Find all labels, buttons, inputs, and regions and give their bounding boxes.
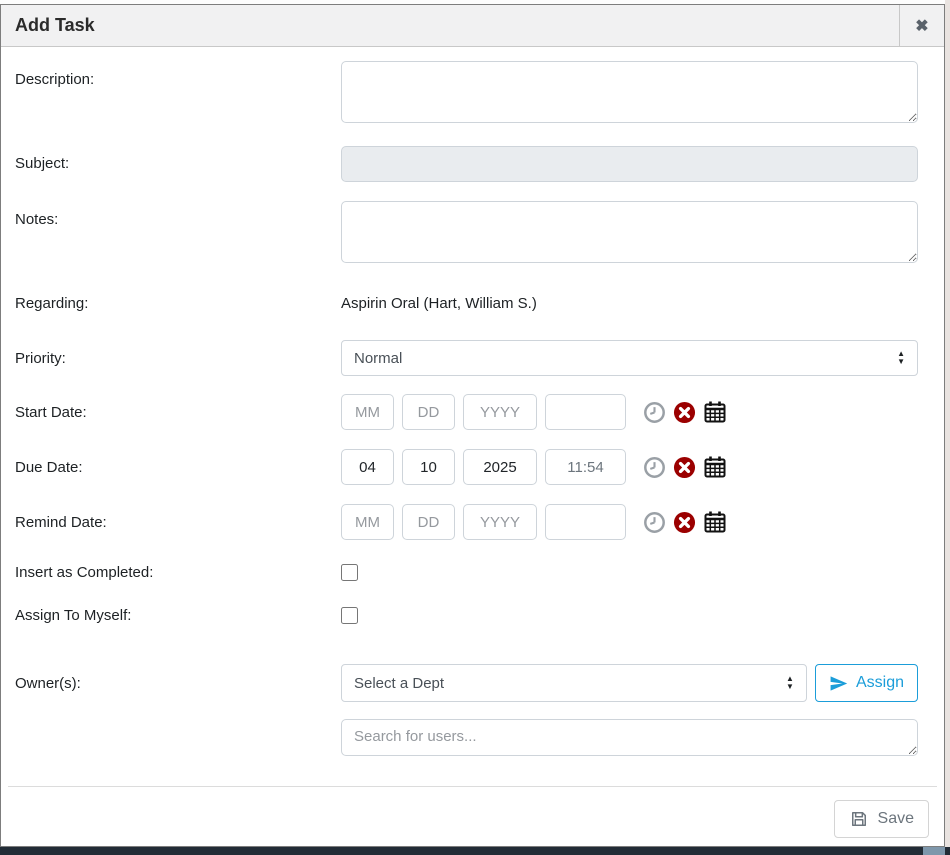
due-date-time-input[interactable] bbox=[545, 449, 626, 485]
dialog-footer: Save bbox=[8, 786, 937, 846]
description-input[interactable] bbox=[341, 61, 918, 123]
user-search-spacer bbox=[15, 719, 341, 761]
start-date-year-input[interactable] bbox=[463, 394, 537, 430]
subject-input bbox=[341, 146, 918, 182]
user-search-row bbox=[1, 719, 944, 761]
page-bottom-bar bbox=[0, 847, 950, 855]
send-icon bbox=[829, 674, 848, 693]
start-date-day-input[interactable] bbox=[402, 394, 455, 430]
assign-button[interactable]: Assign bbox=[815, 664, 918, 702]
owners-label: Owner(s): bbox=[15, 675, 341, 692]
due-date-month-input[interactable] bbox=[341, 449, 394, 485]
assign-myself-row: Assign To Myself: bbox=[1, 607, 944, 624]
user-search-input[interactable] bbox=[341, 719, 918, 756]
due-date-time-picker-button[interactable] bbox=[643, 456, 666, 479]
remind-date-time-picker-button[interactable] bbox=[643, 511, 666, 534]
due-date-year-input[interactable] bbox=[463, 449, 537, 485]
notes-input[interactable] bbox=[341, 201, 918, 263]
start-date-time-input[interactable] bbox=[545, 394, 626, 430]
priority-row: Priority: Normal bbox=[1, 340, 944, 376]
clear-icon bbox=[673, 401, 696, 424]
add-task-dialog: Add Task ✖ Description: Subject: bbox=[0, 4, 945, 847]
close-icon: ✖ bbox=[915, 16, 928, 36]
remind-date-month-input[interactable] bbox=[341, 504, 394, 540]
save-icon bbox=[849, 809, 869, 829]
page-bottom-bar-accent bbox=[923, 847, 945, 855]
dialog-body: Description: Subject: Notes: bbox=[1, 47, 944, 786]
dialog-header: Add Task ✖ bbox=[1, 5, 944, 47]
priority-label: Priority: bbox=[15, 350, 341, 367]
department-select[interactable]: Select a Dept bbox=[341, 664, 807, 702]
close-button[interactable]: ✖ bbox=[899, 5, 944, 46]
subject-label: Subject: bbox=[15, 146, 341, 182]
clock-icon bbox=[643, 511, 666, 534]
calendar-icon bbox=[703, 400, 727, 424]
remind-date-calendar-button[interactable] bbox=[703, 510, 727, 534]
page-right-edge bbox=[945, 0, 950, 855]
remind-date-day-input[interactable] bbox=[402, 504, 455, 540]
insert-completed-row: Insert as Completed: bbox=[1, 564, 944, 581]
assign-myself-checkbox[interactable] bbox=[341, 607, 358, 624]
dialog-title: Add Task bbox=[1, 15, 95, 36]
assign-button-label: Assign bbox=[856, 674, 904, 692]
page-background: Add Task ✖ Description: Subject: bbox=[0, 0, 950, 855]
remind-date-year-input[interactable] bbox=[463, 504, 537, 540]
start-date-label: Start Date: bbox=[15, 404, 341, 421]
insert-completed-label: Insert as Completed: bbox=[15, 564, 341, 581]
start-date-row: Start Date: bbox=[1, 394, 944, 430]
description-label: Description: bbox=[15, 61, 341, 128]
remind-date-clear-button[interactable] bbox=[673, 511, 696, 534]
due-date-label: Due Date: bbox=[15, 459, 341, 476]
start-date-clear-button[interactable] bbox=[673, 401, 696, 424]
regarding-value: Aspirin Oral (Hart, William S.) bbox=[341, 295, 537, 312]
remind-date-row: Remind Date: bbox=[1, 504, 944, 540]
due-date-row: Due Date: bbox=[1, 449, 944, 485]
start-date-time-picker-button[interactable] bbox=[643, 401, 666, 424]
select-arrows-icon bbox=[897, 350, 905, 366]
save-button-label: Save bbox=[878, 810, 914, 828]
start-date-month-input[interactable] bbox=[341, 394, 394, 430]
due-date-clear-button[interactable] bbox=[673, 456, 696, 479]
remind-date-time-input[interactable] bbox=[545, 504, 626, 540]
subject-row: Subject: bbox=[1, 146, 944, 182]
save-button[interactable]: Save bbox=[834, 800, 929, 838]
select-arrows-icon bbox=[786, 675, 794, 691]
description-row: Description: bbox=[1, 61, 944, 128]
regarding-label: Regarding: bbox=[15, 295, 341, 312]
due-date-day-input[interactable] bbox=[402, 449, 455, 485]
regarding-row: Regarding: Aspirin Oral (Hart, William S… bbox=[1, 295, 944, 312]
priority-select[interactable]: Normal bbox=[341, 340, 918, 376]
insert-completed-checkbox[interactable] bbox=[341, 564, 358, 581]
clear-icon bbox=[673, 456, 696, 479]
start-date-calendar-button[interactable] bbox=[703, 400, 727, 424]
remind-date-label: Remind Date: bbox=[15, 514, 341, 531]
due-date-calendar-button[interactable] bbox=[703, 455, 727, 479]
priority-selected-value: Normal bbox=[354, 350, 402, 367]
owners-row: Owner(s): Select a Dept Assign bbox=[1, 664, 944, 702]
department-selected-value: Select a Dept bbox=[354, 675, 444, 692]
notes-row: Notes: bbox=[1, 201, 944, 268]
notes-label: Notes: bbox=[15, 201, 341, 268]
clock-icon bbox=[643, 401, 666, 424]
clock-icon bbox=[643, 456, 666, 479]
calendar-icon bbox=[703, 455, 727, 479]
assign-myself-label: Assign To Myself: bbox=[15, 607, 341, 624]
clear-icon bbox=[673, 511, 696, 534]
calendar-icon bbox=[703, 510, 727, 534]
